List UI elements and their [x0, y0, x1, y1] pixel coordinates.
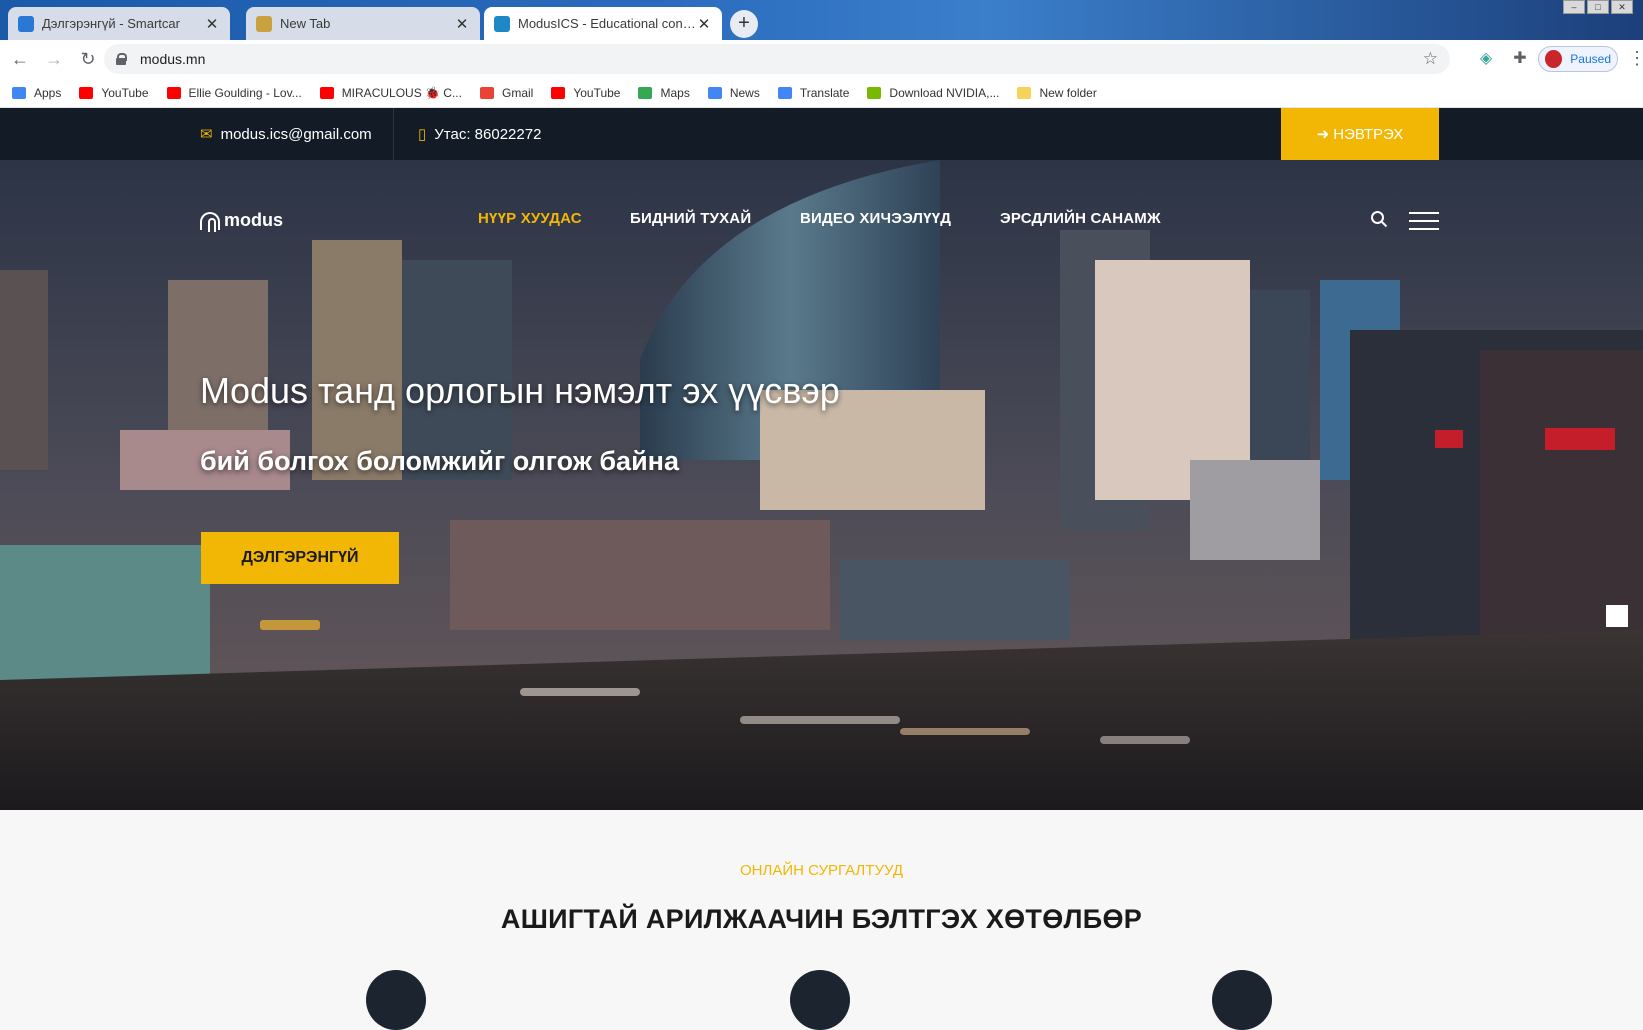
newtab-icon: [256, 15, 272, 32]
scroll-indicator[interactable]: [1606, 605, 1628, 627]
envelope-icon: ✉: [200, 126, 213, 143]
tab-smartcar[interactable]: Дэлгэрэнгүй - Smartcar ✕: [8, 7, 230, 40]
avatar: [1545, 50, 1563, 68]
bookmark-label: Translate: [799, 85, 850, 100]
bookmark-item[interactable]: Maps: [638, 85, 690, 100]
hero-section: modus НҮҮР ХУУДАС БИДНИЙ ТУХАЙ ВИДЕО ХИЧ…: [0, 160, 1643, 810]
close-icon[interactable]: ✕: [696, 15, 712, 33]
main-navbar: modus НҮҮР ХУУДАС БИДНИЙ ТУХАЙ ВИДЕО ХИЧ…: [0, 160, 1643, 280]
course-icon: [366, 970, 426, 1030]
site-logo[interactable]: modus: [200, 210, 284, 232]
bookmark-item[interactable]: News: [707, 85, 760, 100]
course-icon: [790, 970, 850, 1030]
logo-text: modus: [224, 210, 284, 230]
news-icon: [707, 86, 722, 99]
email-text: modus.ics@gmail.com: [220, 125, 372, 143]
url-text: modus.mn: [140, 51, 206, 67]
bookmark-label: New folder: [1039, 85, 1097, 100]
section-title: АШИГТАЙ АРИЛЖААЧИН БЭЛТГЭХ ХӨТӨЛБӨР: [500, 904, 1143, 934]
youtube-icon: [551, 86, 566, 99]
browser-toolbar: ← → ↻ modus.mn ☆ ◈ ✚ Paused ⋮: [0, 40, 1643, 78]
sign-in-icon: ➜: [1316, 126, 1330, 143]
bookmark-label: Maps: [660, 85, 690, 100]
google-icon: [479, 86, 494, 99]
course-icon: [1212, 970, 1272, 1030]
folder-icon: [1017, 86, 1032, 99]
puzzle-icon[interactable]: ✚: [1509, 48, 1531, 70]
bookmarks-bar: Apps YouTube Ellie Goulding - Lov... MIRACU…: [0, 78, 1643, 108]
bookmark-label: News: [729, 85, 760, 100]
tab-title: ModusICS - Educational consulta: [518, 16, 696, 31]
bookmark-label: YouTube: [101, 85, 149, 100]
phone-contact: ▯ Утас: 86022272: [418, 108, 541, 160]
login-label: НЭВТРЭХ: [1333, 125, 1404, 143]
section-eyebrow: ОНЛАЙН СУРГАЛТУУД: [739, 862, 903, 879]
search-icon[interactable]: [1370, 210, 1388, 228]
new-tab-button[interactable]: +: [730, 10, 758, 38]
back-icon[interactable]: ←: [6, 45, 34, 73]
divider: [393, 108, 394, 160]
profile-button[interactable]: Paused: [1538, 46, 1618, 72]
maximize-icon[interactable]: □: [1587, 0, 1609, 14]
close-icon[interactable]: ✕: [204, 15, 220, 33]
bookmark-star-icon[interactable]: ☆: [1423, 49, 1438, 69]
bookmark-label: Ellie Goulding - Lov...: [188, 85, 302, 100]
bookmark-item[interactable]: Ellie Goulding - Lov...: [166, 85, 302, 100]
reload-icon[interactable]: ↻: [74, 45, 102, 73]
apps-grid-icon: [12, 86, 26, 99]
window-controls: – □ ✕: [1563, 0, 1633, 14]
nav-home[interactable]: НҮҮР ХУУДАС: [478, 210, 582, 227]
phone-text: Утас: 86022272: [434, 125, 542, 143]
maps-pin-icon: [638, 86, 653, 99]
bookmark-item[interactable]: Gmail: [479, 85, 534, 100]
bookmark-item[interactable]: YouTube: [79, 85, 149, 100]
youtube-icon: [79, 86, 94, 99]
bookmark-label: Gmail: [501, 85, 534, 100]
nav-about[interactable]: БИДНИЙ ТУХАЙ: [630, 210, 751, 227]
hero-headline: Modus танд орлогын нэмэлт эх үүсвэр: [200, 370, 840, 411]
bookmark-item[interactable]: YouTube: [551, 86, 620, 100]
bookmark-label: Download NVIDIA,...: [889, 85, 1000, 100]
bookmark-item[interactable]: MIRACULOUS 🐞 C...: [319, 85, 462, 100]
email-contact[interactable]: ✉ modus.ics@gmail.com: [200, 108, 372, 160]
tab-modus[interactable]: ModusICS - Educational consulta ✕: [484, 7, 722, 40]
browser-tabstrip: Дэлгэрэнгүй - Smartcar ✕ New Tab ✕ Modus…: [0, 0, 1643, 40]
nav-risk-disclaimer[interactable]: ЭРСДЛИЙН САНАМЖ: [1000, 210, 1161, 227]
hero-subheadline: бий болгох боломжийг олгож байна: [200, 446, 679, 476]
tab-title: New Tab: [280, 16, 331, 31]
close-icon[interactable]: ✕: [454, 15, 470, 33]
address-bar[interactable]: modus.mn ☆: [104, 44, 1450, 74]
more-details-button[interactable]: ДЭЛГЭРЭНГҮЙ: [201, 532, 399, 584]
nav-video-lessons[interactable]: ВИДЕО ХИЧЭЭЛҮҮД: [800, 210, 951, 227]
youtube-icon: [166, 86, 181, 99]
more-menu-icon[interactable]: ⋮: [1628, 48, 1643, 69]
minimize-icon[interactable]: –: [1563, 0, 1585, 14]
nvidia-icon: [867, 86, 882, 99]
modus-icon: [494, 15, 510, 32]
tab-title: Дэлгэрэнгүй - Smartcar: [42, 16, 180, 31]
hamburger-menu-icon[interactable]: [1409, 212, 1439, 230]
site-topbar: ✉ modus.ics@gmail.com ▯ Утас: 86022272 ➜…: [0, 108, 1643, 160]
bookmark-item[interactable]: Download NVIDIA,...: [867, 86, 999, 100]
bookmark-label: YouTube: [573, 85, 621, 100]
youtube-icon: [319, 86, 334, 99]
tab-newtab[interactable]: New Tab ✕: [246, 7, 480, 40]
phone-icon: ▯: [418, 126, 427, 143]
extension-icon[interactable]: ◈: [1475, 48, 1497, 70]
bookmark-item[interactable]: New folder: [1017, 85, 1097, 100]
forward-icon[interactable]: →: [40, 45, 68, 73]
window-close-icon[interactable]: ✕: [1611, 0, 1633, 14]
modus-logo-icon: [200, 211, 220, 232]
lock-icon: [116, 53, 127, 65]
smartcar-icon: [18, 15, 34, 32]
login-button[interactable]: ➜ НЭВТРЭХ: [1281, 108, 1439, 160]
translate-icon: [777, 86, 792, 99]
bookmark-item[interactable]: Translate: [777, 85, 850, 100]
bookmark-label: MIRACULOUS 🐞 C...: [341, 85, 462, 100]
profile-status: Paused: [1570, 52, 1611, 66]
bookmark-label: Apps: [34, 85, 62, 100]
bookmark-item[interactable]: Apps: [12, 86, 61, 100]
